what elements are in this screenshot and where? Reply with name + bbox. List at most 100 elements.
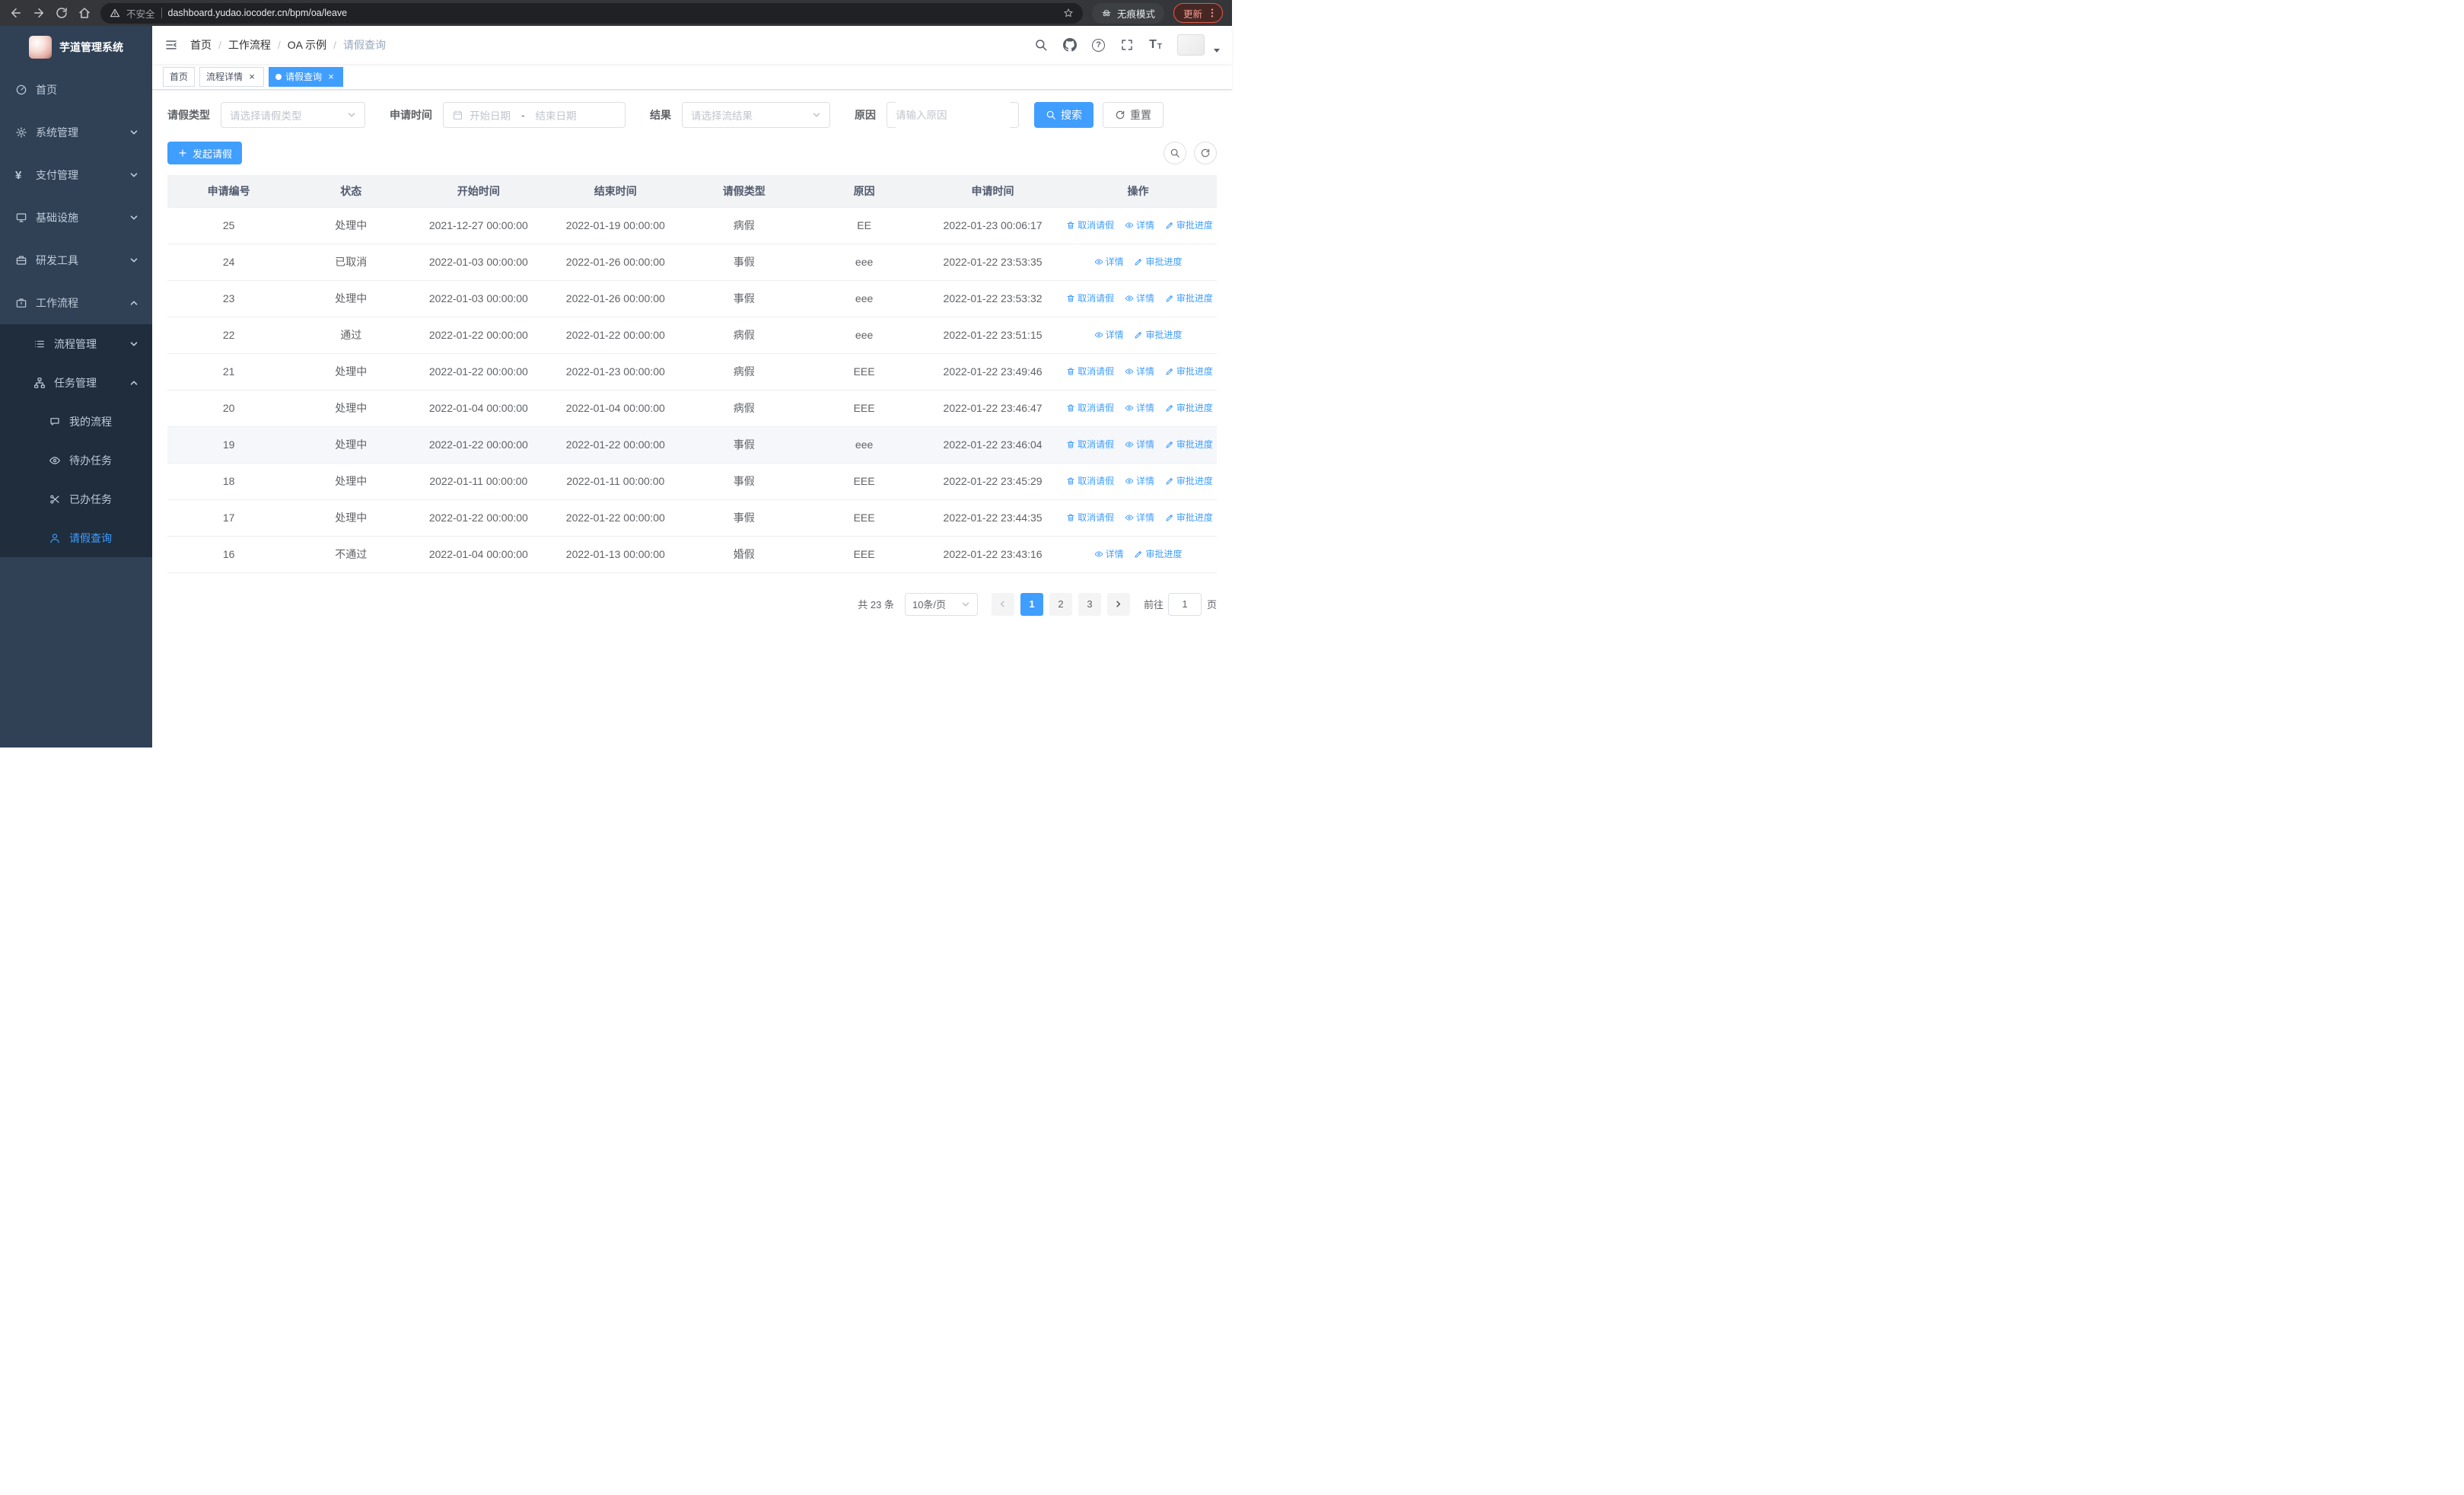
approval-progress-link[interactable]: 审批进度 [1165,218,1213,231]
approval-progress-link[interactable]: 审批进度 [1165,365,1213,378]
cell-apply-time: 2022-01-22 23:43:16 [925,536,1060,573]
search-icon[interactable] [1034,38,1048,52]
table-toolbar: 发起请假 [167,142,1217,164]
detail-link[interactable]: 详情 [1094,255,1124,268]
sidebar-item-home[interactable]: 首页 [0,69,152,111]
app-logo-row[interactable]: 芋道管理系统 [0,26,152,69]
cell-apply-time: 2022-01-22 23:46:47 [925,390,1060,427]
eye-icon [1125,477,1134,486]
detail-link[interactable]: 详情 [1125,401,1154,414]
tab-leave-query[interactable]: 请假查询 [269,66,344,87]
prev-page-button[interactable] [991,592,1014,616]
sidebar-item-todo-tasks[interactable]: 待办任务 [0,441,152,480]
breadcrumb-item[interactable]: OA 示例 [288,37,326,53]
back-icon[interactable] [9,6,23,20]
cell-operations: 取消请假 详情 审批进度 [1059,280,1217,317]
user-icon [49,532,61,544]
cancel-leave-link[interactable]: 取消请假 [1066,474,1114,487]
breadcrumb-item[interactable]: 首页 [190,37,212,53]
cell-apply-no: 18 [167,463,291,500]
approval-progress-link[interactable]: 审批进度 [1165,511,1213,524]
fullscreen-icon[interactable] [1120,38,1134,52]
detail-link[interactable]: 详情 [1094,547,1124,560]
caret-down-icon[interactable] [1214,48,1220,53]
close-icon[interactable] [326,72,336,82]
breadcrumb-item[interactable]: 工作流程 [228,37,271,53]
cell-status: 处理中 [290,426,412,464]
sidebar-item-leave-query[interactable]: 请假查询 [0,518,152,557]
cancel-leave-link[interactable]: 取消请假 [1066,438,1114,451]
detail-link[interactable]: 详情 [1094,328,1124,341]
approval-progress-link[interactable]: 审批进度 [1165,292,1213,304]
tab-home[interactable]: 首页 [163,66,196,87]
approval-progress-link[interactable]: 审批进度 [1134,328,1183,341]
goto-unit: 页 [1206,599,1217,610]
sidebar-item-dev-tools[interactable]: 研发工具 [0,239,152,282]
next-page-button[interactable] [1106,592,1130,616]
cancel-leave-link[interactable]: 取消请假 [1066,401,1114,414]
cell-leave-type: 病假 [686,353,803,390]
result-select[interactable]: 请选择流结果 [682,102,830,128]
cancel-leave-link[interactable]: 取消请假 [1066,218,1114,231]
tab-process-detail[interactable]: 流程详情 [199,66,265,87]
toggle-search-button[interactable] [1164,142,1186,164]
avatar[interactable] [1177,34,1205,56]
help-icon[interactable] [1092,38,1106,52]
approval-progress-link[interactable]: 审批进度 [1134,255,1183,268]
approval-progress-link[interactable]: 审批进度 [1165,474,1213,487]
goto-page-input[interactable] [1167,592,1202,616]
detail-link[interactable]: 详情 [1125,511,1154,524]
sidebar-item-workflow[interactable]: 工作流程 [0,282,152,324]
star-icon[interactable] [1063,8,1074,18]
app-logo [29,36,52,59]
sidebar-item-task-mgmt[interactable]: 任务管理 [0,363,152,402]
reset-button[interactable]: 重置 [1103,102,1164,128]
date-range-picker[interactable]: 开始日期 - 结束日期 [443,102,626,128]
refresh-table-button[interactable] [1194,142,1217,164]
approval-progress-link[interactable]: 审批进度 [1134,547,1183,560]
cell-leave-type: 事假 [686,244,803,281]
page-size-select[interactable]: 10条/页 [904,592,978,616]
github-icon[interactable] [1063,38,1078,52]
forward-icon[interactable] [32,6,46,20]
sidebar-item-process-mgmt[interactable]: 流程管理 [0,324,152,363]
reason-input[interactable] [896,102,1010,128]
address-bar[interactable]: 不安全 dashboard.yudao.iocoder.cn/bpm/oa/le… [100,2,1083,24]
more-menu-icon[interactable] [1206,7,1218,19]
approval-progress-link[interactable]: 审批进度 [1165,438,1213,451]
detail-link[interactable]: 详情 [1125,474,1154,487]
sidebar-item-my-processes[interactable]: 我的流程 [0,402,152,441]
page-button-2[interactable]: 2 [1049,592,1072,616]
page-button-3[interactable]: 3 [1078,592,1101,616]
sidebar-item-payment-mgmt[interactable]: 支付管理 [0,154,152,196]
search-button[interactable]: 搜索 [1034,102,1094,128]
close-icon[interactable] [247,72,257,82]
cancel-leave-link[interactable]: 取消请假 [1066,365,1114,378]
detail-link[interactable]: 详情 [1125,218,1154,231]
create-leave-button[interactable]: 发起请假 [167,142,243,164]
leave-type-select[interactable]: 请选择请假类型 [221,102,365,128]
page-button-1[interactable]: 1 [1020,592,1043,616]
sidebar-fold-icon[interactable] [164,38,178,52]
total-count: 共 23 条 [858,599,894,610]
cancel-leave-link[interactable]: 取消请假 [1066,292,1114,304]
approval-progress-link[interactable]: 审批进度 [1165,401,1213,414]
cell-apply-no: 16 [167,536,291,573]
detail-link[interactable]: 详情 [1125,292,1154,304]
update-button[interactable]: 更新 [1173,3,1223,23]
cancel-leave-link[interactable]: 取消请假 [1066,511,1114,524]
sidebar-item-done-tasks[interactable]: 已办任务 [0,480,152,518]
home-icon[interactable] [78,6,91,20]
cell-operations: 取消请假 详情 审批进度 [1059,426,1217,464]
cell-operations: 取消请假 详情 审批进度 [1059,499,1217,537]
sidebar-item-infrastructure[interactable]: 基础设施 [0,196,152,239]
reload-icon[interactable] [55,6,68,20]
font-size-icon[interactable] [1149,39,1162,51]
cell-operations: 取消请假 详情 审批进度 [1059,353,1217,390]
cell-apply-time: 2022-01-22 23:53:35 [925,244,1060,281]
detail-link[interactable]: 详情 [1125,438,1154,451]
cell-apply-time: 2022-01-22 23:45:29 [925,463,1060,500]
detail-link[interactable]: 详情 [1125,365,1154,378]
list-icon [33,338,46,350]
sidebar-item-system-mgmt[interactable]: 系统管理 [0,111,152,154]
